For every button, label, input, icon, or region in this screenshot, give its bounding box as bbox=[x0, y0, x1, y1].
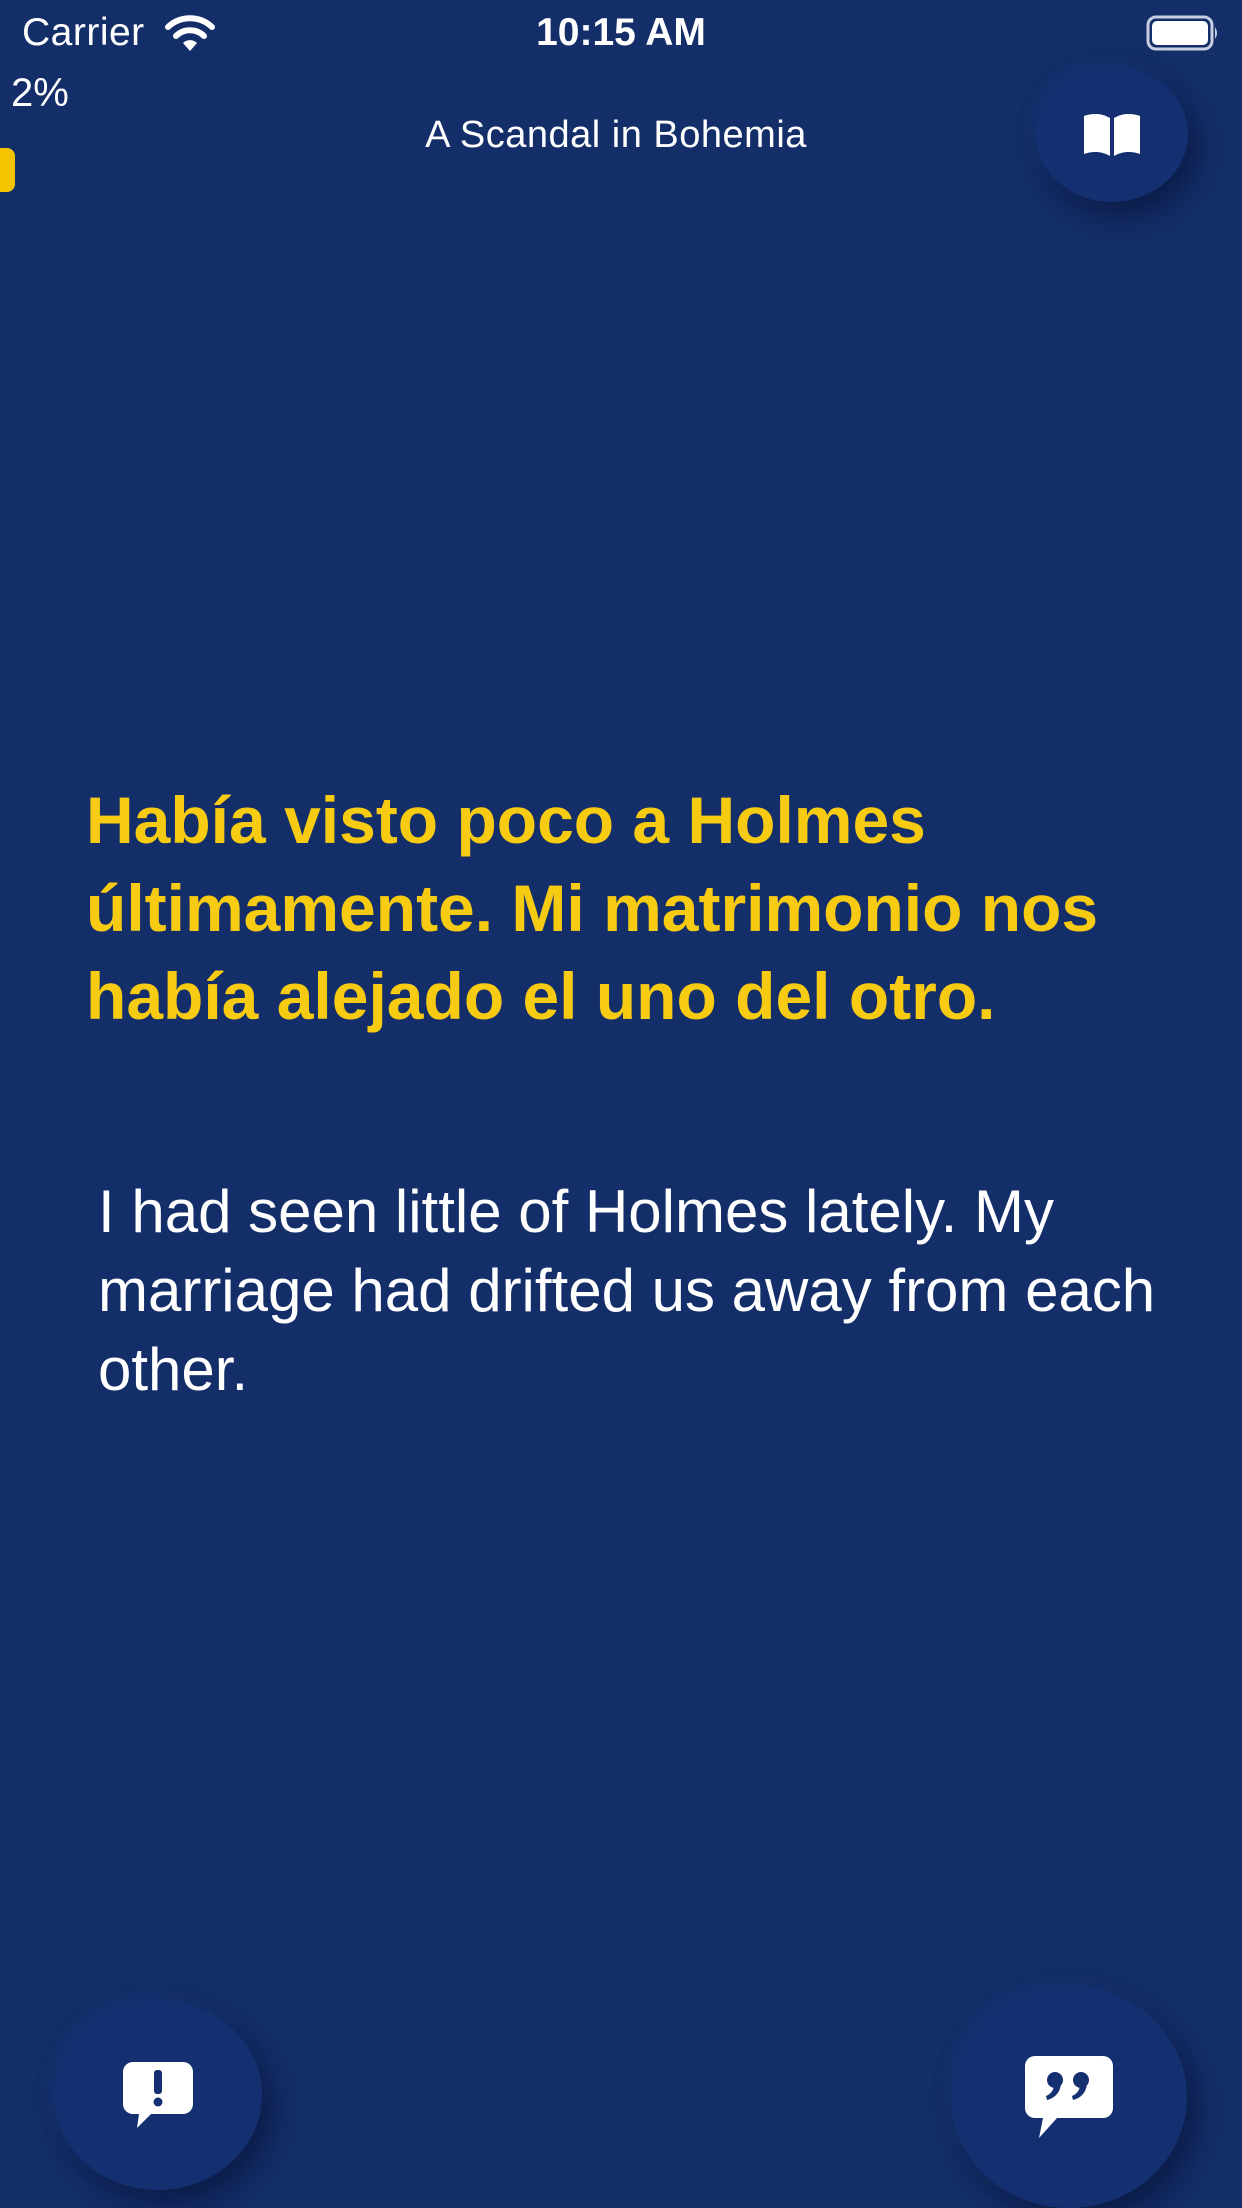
battery-icon bbox=[1146, 15, 1217, 51]
progress-percentage: 2% bbox=[11, 71, 69, 115]
quote-button[interactable] bbox=[951, 1986, 1187, 2208]
status-bar: Carrier 10:15 AM bbox=[0, 0, 1242, 66]
book-menu-button[interactable] bbox=[1036, 66, 1188, 202]
original-sentence: Había visto poco a Holmes últimamente. M… bbox=[86, 783, 1099, 1033]
exclamation-bubble-icon bbox=[123, 2062, 193, 2128]
open-book-icon bbox=[1084, 113, 1140, 156]
status-time: 10:15 AM bbox=[536, 11, 706, 54]
quote-bubble-icon bbox=[1025, 2056, 1113, 2138]
translated-sentence: I had seen little of Holmes lately. My m… bbox=[98, 1178, 1156, 1403]
report-button[interactable] bbox=[54, 2000, 262, 2190]
reader-screen: Carrier 10:15 AM 2% A Scandal in Bohemia… bbox=[0, 0, 1242, 2208]
